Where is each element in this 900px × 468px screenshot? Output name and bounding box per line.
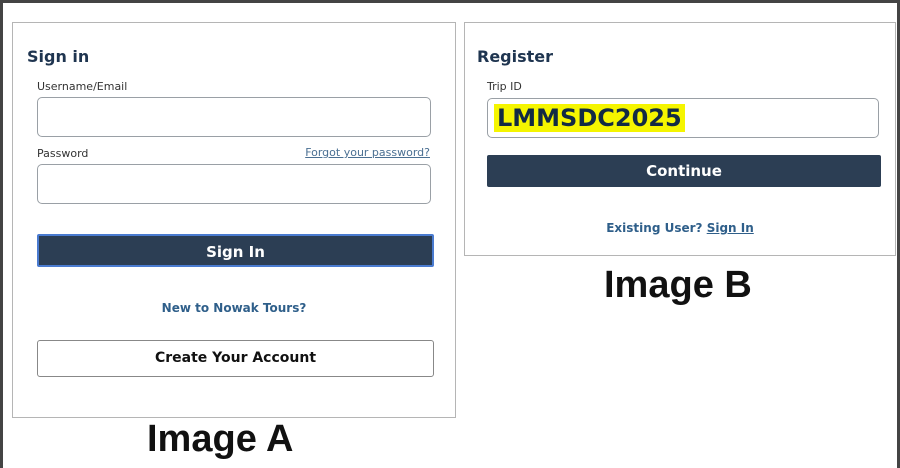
forgot-password-link[interactable]: Forgot your password? (305, 146, 430, 159)
existing-user-row: Existing User? Sign In (465, 221, 895, 235)
signin-button[interactable]: Sign In (37, 234, 434, 267)
username-input[interactable] (37, 97, 431, 137)
existing-user-text: Existing User? (606, 221, 703, 235)
new-user-text: New to Nowak Tours? (161, 301, 307, 315)
create-account-button[interactable]: Create Your Account (37, 340, 434, 377)
continue-button[interactable]: Continue (487, 155, 881, 187)
password-input[interactable] (37, 164, 431, 204)
username-label: Username/Email (37, 80, 128, 93)
trip-id-input[interactable]: LMMSDC2025 (487, 98, 879, 138)
signin-title: Sign in (27, 47, 90, 66)
register-signin-link[interactable]: Sign In (707, 221, 754, 235)
register-title: Register (477, 47, 554, 66)
register-panel: Register Trip ID LMMSDC2025 Continue Exi… (464, 22, 896, 256)
signin-panel: Sign in Username/Email Password Forgot y… (12, 22, 456, 418)
image-b-caption: Image B (604, 264, 752, 306)
image-a-caption: Image A (147, 418, 294, 460)
trip-id-label: Trip ID (487, 80, 522, 93)
trip-id-value: LMMSDC2025 (494, 104, 685, 132)
password-label: Password (37, 147, 89, 160)
